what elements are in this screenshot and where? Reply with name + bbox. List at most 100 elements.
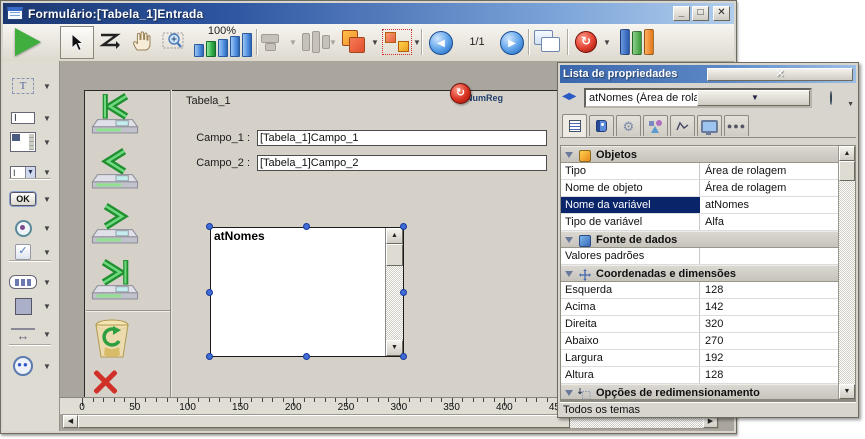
property-row[interactable]: Valores padrõesEditar... [561, 248, 839, 265]
window-titlebar[interactable]: Formulário:[Tabela_1]Entrada _ □ ✕ [3, 3, 734, 24]
section-header[interactable]: Fonte de dados [561, 231, 839, 248]
radio-button-tool[interactable]: ▼ [7, 215, 55, 241]
tab-events[interactable] [670, 115, 695, 136]
hscrollbar-thumb[interactable] [78, 415, 570, 428]
form-pages-button[interactable] [534, 30, 560, 52]
property-row[interactable]: Direita320 [561, 316, 839, 333]
section-header[interactable]: Coordenadas e dimensões [561, 265, 839, 282]
collapse-caret-icon[interactable] [565, 237, 573, 243]
property-value[interactable]: Alfa [701, 214, 839, 230]
property-row[interactable]: Abaixo270 [561, 333, 839, 350]
chevron-down-icon[interactable]: ▼ [43, 330, 51, 339]
zoom-bar-icon[interactable] [218, 39, 228, 57]
group-menu-button[interactable] [382, 29, 412, 55]
property-value[interactable]: atNomes [701, 197, 839, 213]
panel-close-icon[interactable]: ✕ [707, 68, 853, 81]
property-name[interactable]: Esquerda [561, 282, 700, 298]
selection-handle[interactable] [400, 223, 407, 230]
tab-all-properties[interactable] [562, 114, 587, 137]
property-value[interactable]: 270 [701, 333, 839, 349]
rectangle-tool[interactable]: ▼ [7, 293, 55, 319]
zoom-bar-icon[interactable] [194, 44, 204, 57]
property-row[interactable]: Tipo de variávelAlfa [561, 214, 839, 231]
property-name[interactable]: Nome de objeto [561, 180, 700, 196]
level-menu-button[interactable] [340, 29, 366, 53]
property-panel-titlebar[interactable]: Lista de propriedades ✕ [560, 65, 856, 83]
scroll-left-icon[interactable]: ◀ [63, 415, 78, 428]
library-button[interactable] [620, 29, 654, 55]
align-menu-button[interactable] [261, 32, 285, 50]
property-name[interactable]: Nome da variável [561, 197, 700, 213]
tab-objects[interactable] [643, 115, 668, 136]
property-name[interactable]: Valores padrões [561, 248, 700, 264]
field-2-input[interactable]: [Tabela_1]Campo_2 [257, 155, 547, 171]
collapse-caret-icon[interactable] [565, 152, 573, 158]
previous-page-button[interactable]: ◀ [429, 31, 453, 55]
button-tool[interactable]: OK▼ [7, 186, 55, 212]
zoom-bar-active-icon[interactable] [206, 41, 216, 57]
selection-handle[interactable] [206, 289, 213, 296]
maximize-button[interactable]: □ [692, 6, 709, 21]
selection-handle[interactable] [400, 289, 407, 296]
section-header[interactable]: Objetos [561, 146, 839, 163]
property-value[interactable]: Editar... [701, 248, 839, 264]
zoom-level-buttons[interactable] [194, 33, 252, 57]
property-name[interactable]: Direita [561, 316, 700, 332]
delete-record-button[interactable] [90, 317, 146, 364]
property-name[interactable]: Tipo de variável [561, 214, 700, 230]
splitter-tool[interactable]: ↔▼ [7, 321, 55, 347]
select-tool-button[interactable] [60, 26, 94, 59]
preview-menu-button[interactable]: ↻ [575, 31, 597, 53]
input-field-tool[interactable]: I▼ [7, 105, 55, 131]
property-row[interactable]: Altura128 [561, 367, 839, 384]
property-name[interactable]: Altura [561, 367, 700, 383]
static-text-tool[interactable]: T▼ [7, 73, 55, 99]
property-row[interactable]: Acima142 [561, 299, 839, 316]
property-name[interactable]: Largura [561, 350, 700, 366]
zoom-bar-icon[interactable] [242, 33, 252, 57]
property-value[interactable]: 320 [701, 316, 839, 332]
combo-dropdown-icon[interactable]: ▼ [697, 90, 810, 106]
scroll-up-icon[interactable]: ▲ [839, 146, 855, 161]
tab-actions[interactable]: ⚙ [616, 115, 641, 136]
scroll-area-object[interactable]: atNomes ▲ ▼ [210, 227, 404, 357]
selection-handle[interactable] [400, 353, 407, 360]
selection-handle[interactable] [206, 223, 213, 230]
property-row[interactable]: Largura192 [561, 350, 839, 367]
move-tool-button[interactable] [131, 30, 151, 52]
chevron-down-icon[interactable]: ▼ [43, 168, 51, 177]
property-value[interactable]: Área de rolagem [701, 180, 839, 196]
tab-more[interactable]: ●●● [724, 115, 749, 136]
previous-record-button[interactable] [90, 147, 146, 192]
distribute-menu-button[interactable] [301, 31, 331, 53]
run-form-button[interactable] [15, 28, 41, 56]
selection-handle[interactable] [206, 353, 213, 360]
chevron-down-icon[interactable]: ▼ [43, 195, 51, 204]
scrollbar-thumb[interactable] [386, 244, 403, 266]
last-record-button[interactable] [90, 258, 146, 303]
tab-data[interactable] [589, 115, 614, 136]
chevron-down-icon[interactable]: ▼ [43, 114, 51, 123]
entry-order-tool-button[interactable] [98, 32, 122, 50]
previous-object-icon[interactable]: ◀▶ [562, 91, 575, 102]
scrollbar-thumb[interactable] [839, 161, 855, 181]
chevron-down-icon[interactable]: ▼ [43, 138, 51, 147]
list-box-tool[interactable]: ▼ [7, 129, 55, 155]
scroll-up-icon[interactable]: ▲ [386, 228, 403, 244]
collapse-caret-icon[interactable] [565, 390, 573, 396]
chevron-down-icon[interactable]: ▼ [43, 224, 51, 233]
zoom-tool-button[interactable] [162, 30, 186, 51]
property-name[interactable]: Tipo [561, 163, 700, 179]
property-row[interactable]: TipoÁrea de rolagem [561, 163, 839, 180]
selection-handle[interactable] [303, 353, 310, 360]
property-name[interactable]: Abaixo [561, 333, 700, 349]
property-row[interactable]: Nome da variávelatNomes [561, 197, 839, 214]
first-record-button[interactable] [90, 92, 146, 137]
minimize-button[interactable]: _ [673, 6, 690, 21]
property-value[interactable]: 128 [701, 367, 839, 383]
chevron-down-icon[interactable]: ▼ [43, 82, 51, 91]
zoom-bar-icon[interactable] [230, 36, 240, 57]
scroll-down-icon[interactable]: ▼ [839, 384, 855, 399]
combo-box-tool[interactable]: I▼▼ [7, 159, 55, 185]
chevron-down-icon[interactable]: ▼ [43, 362, 51, 371]
